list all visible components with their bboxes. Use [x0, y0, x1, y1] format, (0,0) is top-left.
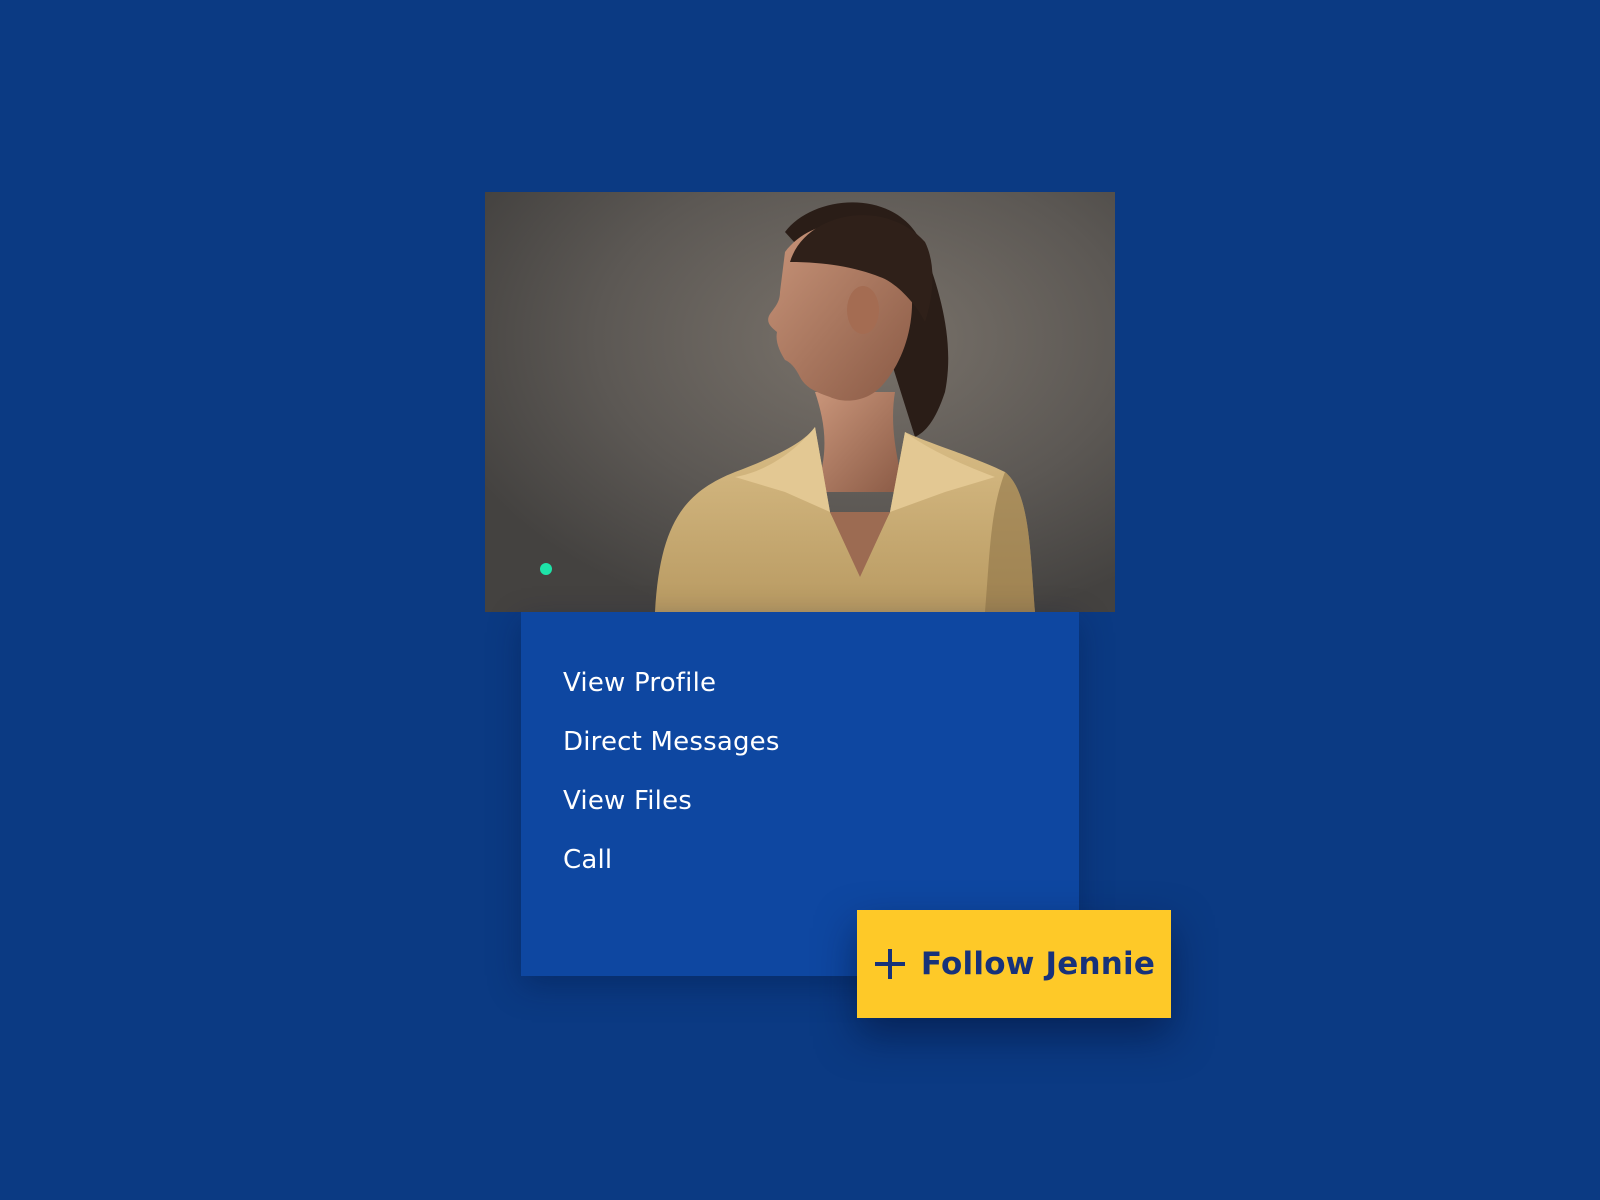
online-status-dot [540, 563, 552, 575]
follow-button-label: Follow Jennie [920, 946, 1156, 982]
menu-item-direct-messages[interactable]: Direct Messages [563, 727, 1079, 757]
menu-item-view-profile[interactable]: View Profile [563, 668, 1079, 698]
plus-icon [874, 949, 905, 979]
profile-menu-list: View Profile Direct Messages View Files … [521, 612, 1079, 875]
follow-button[interactable]: Follow Jennie [857, 910, 1171, 1018]
page-background: View Profile Direct Messages View Files … [0, 0, 1600, 1200]
menu-item-call[interactable]: Call [563, 845, 1079, 875]
portrait-illustration [485, 192, 1115, 612]
profile-photo [485, 192, 1115, 612]
menu-item-view-files[interactable]: View Files [563, 786, 1079, 816]
